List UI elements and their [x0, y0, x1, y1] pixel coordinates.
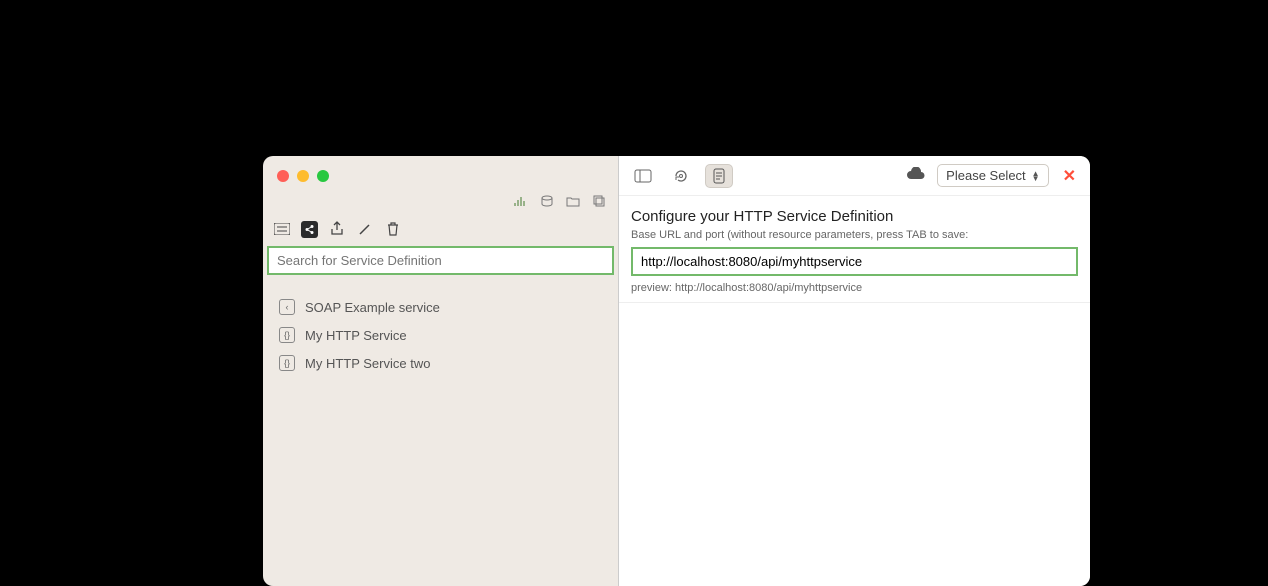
- chevron-updown-icon: ▲▼: [1032, 171, 1040, 181]
- config-title: Configure your HTTP Service Definition: [631, 208, 1078, 225]
- service-item-label: My HTTP Service: [305, 328, 407, 343]
- list-view-icon[interactable]: [273, 220, 291, 238]
- config-area: Configure your HTTP Service Definition B…: [619, 196, 1090, 315]
- signal-icon[interactable]: [512, 192, 530, 210]
- stack-icon[interactable]: [590, 192, 608, 210]
- close-panel-button[interactable]: ✕: [1059, 166, 1080, 186]
- soap-service-icon: ‹: [279, 299, 295, 315]
- sidebar-toggle-icon[interactable]: [629, 164, 657, 188]
- disk-icon[interactable]: [538, 192, 556, 210]
- left-panel: ‹ SOAP Example service {} My HTTP Servic…: [263, 156, 619, 586]
- base-url-input[interactable]: [631, 247, 1078, 276]
- preview-text: preview: http://localhost:8080/api/myhtt…: [631, 282, 1078, 294]
- window-maximize-button[interactable]: [317, 170, 329, 182]
- select-label: Please Select: [946, 168, 1026, 183]
- service-item-label: My HTTP Service two: [305, 356, 430, 371]
- delete-icon[interactable]: [384, 220, 402, 238]
- service-item-http-1[interactable]: {} My HTTP Service: [273, 325, 608, 345]
- search-row: [263, 246, 618, 275]
- service-list: ‹ SOAP Example service {} My HTTP Servic…: [263, 275, 618, 395]
- window-controls: [263, 156, 618, 192]
- right-toolbar: Please Select ▲▼ ✕: [619, 156, 1090, 196]
- service-item-http-2[interactable]: {} My HTTP Service two: [273, 353, 608, 373]
- cloud-icon[interactable]: [905, 167, 927, 184]
- window-close-button[interactable]: [277, 170, 289, 182]
- http-service-icon: {}: [279, 355, 295, 371]
- window-minimize-button[interactable]: [297, 170, 309, 182]
- divider: [619, 302, 1090, 303]
- refresh-icon[interactable]: [667, 164, 695, 188]
- service-item-label: SOAP Example service: [305, 300, 440, 315]
- edit-icon[interactable]: [356, 220, 374, 238]
- select-dropdown[interactable]: Please Select ▲▼: [937, 164, 1048, 187]
- export-icon[interactable]: [328, 220, 346, 238]
- document-icon[interactable]: [705, 164, 733, 188]
- left-header-icons: [263, 192, 618, 216]
- sidebar-toolbar: [263, 216, 618, 246]
- app-window: ‹ SOAP Example service {} My HTTP Servic…: [263, 156, 1090, 586]
- right-panel: Please Select ▲▼ ✕ Configure your HTTP S…: [619, 156, 1090, 586]
- folder-icon[interactable]: [564, 192, 582, 210]
- share-icon[interactable]: [301, 221, 318, 238]
- config-subtitle: Base URL and port (without resource para…: [631, 229, 1078, 241]
- http-service-icon: {}: [279, 327, 295, 343]
- service-item-soap[interactable]: ‹ SOAP Example service: [273, 297, 608, 317]
- search-input[interactable]: [267, 246, 614, 275]
